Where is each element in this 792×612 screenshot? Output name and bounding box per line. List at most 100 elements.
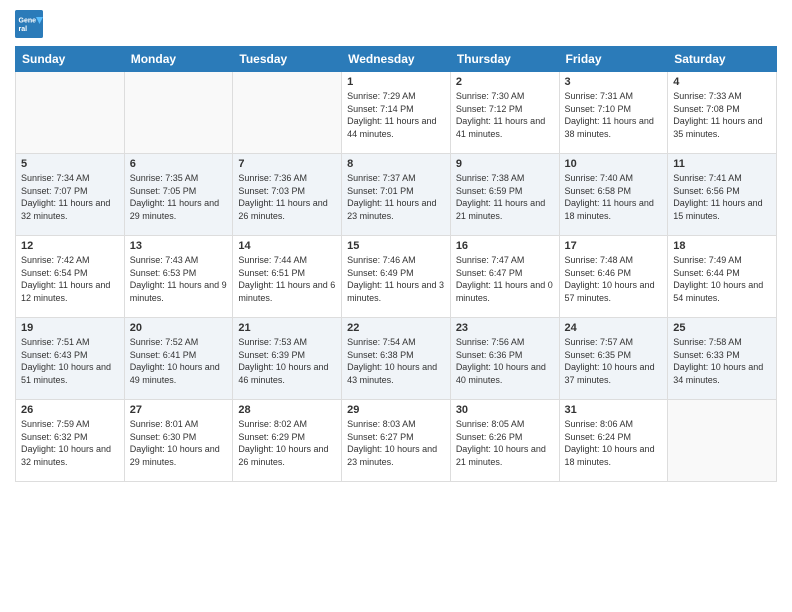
calendar-cell: 22 Sunrise: 7:54 AM Sunset: 6:38 PM Dayli… <box>342 318 451 400</box>
day-number: 7 <box>238 158 336 170</box>
calendar-cell: 8 Sunrise: 7:37 AM Sunset: 7:01 PM Daylig… <box>342 154 451 236</box>
day-number: 21 <box>238 322 336 334</box>
day-number: 24 <box>565 322 663 334</box>
cell-text: Sunrise: 7:43 AM Sunset: 6:53 PM Dayligh… <box>130 254 228 304</box>
day-number: 3 <box>565 76 663 88</box>
calendar-cell <box>233 72 342 154</box>
cell-text: Sunrise: 7:31 AM Sunset: 7:10 PM Dayligh… <box>565 90 663 140</box>
cell-text: Sunrise: 7:29 AM Sunset: 7:14 PM Dayligh… <box>347 90 445 140</box>
cell-text: Sunrise: 7:56 AM Sunset: 6:36 PM Dayligh… <box>456 336 554 386</box>
cell-text: Sunrise: 8:05 AM Sunset: 6:26 PM Dayligh… <box>456 418 554 468</box>
cell-text: Sunrise: 7:35 AM Sunset: 7:05 PM Dayligh… <box>130 172 228 222</box>
day-number: 23 <box>456 322 554 334</box>
calendar-header-row: SundayMondayTuesdayWednesdayThursdayFrid… <box>16 47 777 72</box>
day-number: 31 <box>565 404 663 416</box>
svg-text:ral: ral <box>19 26 28 33</box>
day-number: 28 <box>238 404 336 416</box>
cell-text: Sunrise: 7:51 AM Sunset: 6:43 PM Dayligh… <box>21 336 119 386</box>
weekday-header-thursday: Thursday <box>450 47 559 72</box>
day-number: 16 <box>456 240 554 252</box>
day-number: 30 <box>456 404 554 416</box>
day-number: 14 <box>238 240 336 252</box>
day-number: 20 <box>130 322 228 334</box>
cell-text: Sunrise: 8:03 AM Sunset: 6:27 PM Dayligh… <box>347 418 445 468</box>
calendar-week-5: 26 Sunrise: 7:59 AM Sunset: 6:32 PM Dayli… <box>16 400 777 482</box>
calendar-cell: 19Sunrise: 7:51 AM Sunset: 6:43 PM Dayli… <box>16 318 125 400</box>
calendar-cell: 9 Sunrise: 7:38 AM Sunset: 6:59 PM Daylig… <box>450 154 559 236</box>
calendar-cell: 16 Sunrise: 7:47 AM Sunset: 6:47 PM Dayli… <box>450 236 559 318</box>
cell-text: Sunrise: 7:47 AM Sunset: 6:47 PM Dayligh… <box>456 254 554 304</box>
calendar-week-2: 5 Sunrise: 7:34 AM Sunset: 7:07 PM Daylig… <box>16 154 777 236</box>
day-number: 29 <box>347 404 445 416</box>
calendar-cell: 23 Sunrise: 7:56 AM Sunset: 6:36 PM Dayli… <box>450 318 559 400</box>
calendar-cell: 20 Sunrise: 7:52 AM Sunset: 6:41 PM Dayli… <box>124 318 233 400</box>
cell-text: Sunrise: 7:46 AM Sunset: 6:49 PM Dayligh… <box>347 254 445 304</box>
calendar-week-4: 19Sunrise: 7:51 AM Sunset: 6:43 PM Dayli… <box>16 318 777 400</box>
calendar-cell: 24 Sunrise: 7:57 AM Sunset: 6:35 PM Dayli… <box>559 318 668 400</box>
calendar-cell: 11 Sunrise: 7:41 AM Sunset: 6:56 PM Dayli… <box>668 154 777 236</box>
day-number: 1 <box>347 76 445 88</box>
calendar: SundayMondayTuesdayWednesdayThursdayFrid… <box>15 46 777 482</box>
cell-text: Sunrise: 8:01 AM Sunset: 6:30 PM Dayligh… <box>130 418 228 468</box>
day-number: 26 <box>21 404 119 416</box>
calendar-cell: 21 Sunrise: 7:53 AM Sunset: 6:39 PM Dayli… <box>233 318 342 400</box>
calendar-cell: 14 Sunrise: 7:44 AM Sunset: 6:51 PM Dayli… <box>233 236 342 318</box>
cell-text: Sunrise: 7:30 AM Sunset: 7:12 PM Dayligh… <box>456 90 554 140</box>
svg-text:Gene: Gene <box>19 17 37 24</box>
calendar-cell: 29 Sunrise: 8:03 AM Sunset: 6:27 PM Dayli… <box>342 400 451 482</box>
day-number: 2 <box>456 76 554 88</box>
calendar-cell: 18Sunrise: 7:49 AM Sunset: 6:44 PM Dayli… <box>668 236 777 318</box>
cell-text: Sunrise: 7:53 AM Sunset: 6:39 PM Dayligh… <box>238 336 336 386</box>
cell-text: Sunrise: 7:38 AM Sunset: 6:59 PM Dayligh… <box>456 172 554 222</box>
cell-text: Sunrise: 8:06 AM Sunset: 6:24 PM Dayligh… <box>565 418 663 468</box>
cell-text: Sunrise: 7:42 AM Sunset: 6:54 PM Dayligh… <box>21 254 119 304</box>
logo: Gene ral <box>15 10 47 38</box>
day-number: 9 <box>456 158 554 170</box>
day-number: 25 <box>673 322 771 334</box>
day-number: 8 <box>347 158 445 170</box>
day-number: 10 <box>565 158 663 170</box>
cell-text: Sunrise: 7:48 AM Sunset: 6:46 PM Dayligh… <box>565 254 663 304</box>
cell-text: Sunrise: 7:37 AM Sunset: 7:01 PM Dayligh… <box>347 172 445 222</box>
calendar-cell: 10 Sunrise: 7:40 AM Sunset: 6:58 PM Dayli… <box>559 154 668 236</box>
weekday-header-sunday: Sunday <box>16 47 125 72</box>
calendar-week-1: 1 Sunrise: 7:29 AM Sunset: 7:14 PM Daylig… <box>16 72 777 154</box>
calendar-cell: 17 Sunrise: 7:48 AM Sunset: 6:46 PM Dayli… <box>559 236 668 318</box>
calendar-cell: 26 Sunrise: 7:59 AM Sunset: 6:32 PM Dayli… <box>16 400 125 482</box>
day-number: 22 <box>347 322 445 334</box>
weekday-header-friday: Friday <box>559 47 668 72</box>
cell-text: Sunrise: 7:41 AM Sunset: 6:56 PM Dayligh… <box>673 172 771 222</box>
calendar-cell: 4Sunrise: 7:33 AM Sunset: 7:08 PM Daylig… <box>668 72 777 154</box>
calendar-cell: 28Sunrise: 8:02 AM Sunset: 6:29 PM Dayli… <box>233 400 342 482</box>
calendar-cell: 30 Sunrise: 8:05 AM Sunset: 6:26 PM Dayli… <box>450 400 559 482</box>
cell-text: Sunrise: 7:34 AM Sunset: 7:07 PM Dayligh… <box>21 172 119 222</box>
weekday-header-saturday: Saturday <box>668 47 777 72</box>
day-number: 18 <box>673 240 771 252</box>
calendar-cell <box>668 400 777 482</box>
header: Gene ral <box>15 10 777 38</box>
day-number: 27 <box>130 404 228 416</box>
calendar-cell: 7 Sunrise: 7:36 AM Sunset: 7:03 PM Daylig… <box>233 154 342 236</box>
cell-text: Sunrise: 7:40 AM Sunset: 6:58 PM Dayligh… <box>565 172 663 222</box>
weekday-header-monday: Monday <box>124 47 233 72</box>
cell-text: Sunrise: 7:33 AM Sunset: 7:08 PM Dayligh… <box>673 90 771 140</box>
cell-text: Sunrise: 7:59 AM Sunset: 6:32 PM Dayligh… <box>21 418 119 468</box>
day-number: 12 <box>21 240 119 252</box>
calendar-cell <box>124 72 233 154</box>
cell-text: Sunrise: 7:44 AM Sunset: 6:51 PM Dayligh… <box>238 254 336 304</box>
calendar-week-3: 12 Sunrise: 7:42 AM Sunset: 6:54 PM Dayli… <box>16 236 777 318</box>
cell-text: Sunrise: 7:52 AM Sunset: 6:41 PM Dayligh… <box>130 336 228 386</box>
weekday-header-tuesday: Tuesday <box>233 47 342 72</box>
logo-icon: Gene ral <box>15 10 43 38</box>
calendar-cell: 27 Sunrise: 8:01 AM Sunset: 6:30 PM Dayli… <box>124 400 233 482</box>
day-number: 11 <box>673 158 771 170</box>
cell-text: Sunrise: 7:36 AM Sunset: 7:03 PM Dayligh… <box>238 172 336 222</box>
calendar-cell: 15Sunrise: 7:46 AM Sunset: 6:49 PM Dayli… <box>342 236 451 318</box>
weekday-header-wednesday: Wednesday <box>342 47 451 72</box>
day-number: 5 <box>21 158 119 170</box>
cell-text: Sunrise: 7:54 AM Sunset: 6:38 PM Dayligh… <box>347 336 445 386</box>
cell-text: Sunrise: 7:57 AM Sunset: 6:35 PM Dayligh… <box>565 336 663 386</box>
calendar-cell: 31 Sunrise: 8:06 AM Sunset: 6:24 PM Dayli… <box>559 400 668 482</box>
calendar-cell: 25Sunrise: 7:58 AM Sunset: 6:33 PM Dayli… <box>668 318 777 400</box>
day-number: 17 <box>565 240 663 252</box>
